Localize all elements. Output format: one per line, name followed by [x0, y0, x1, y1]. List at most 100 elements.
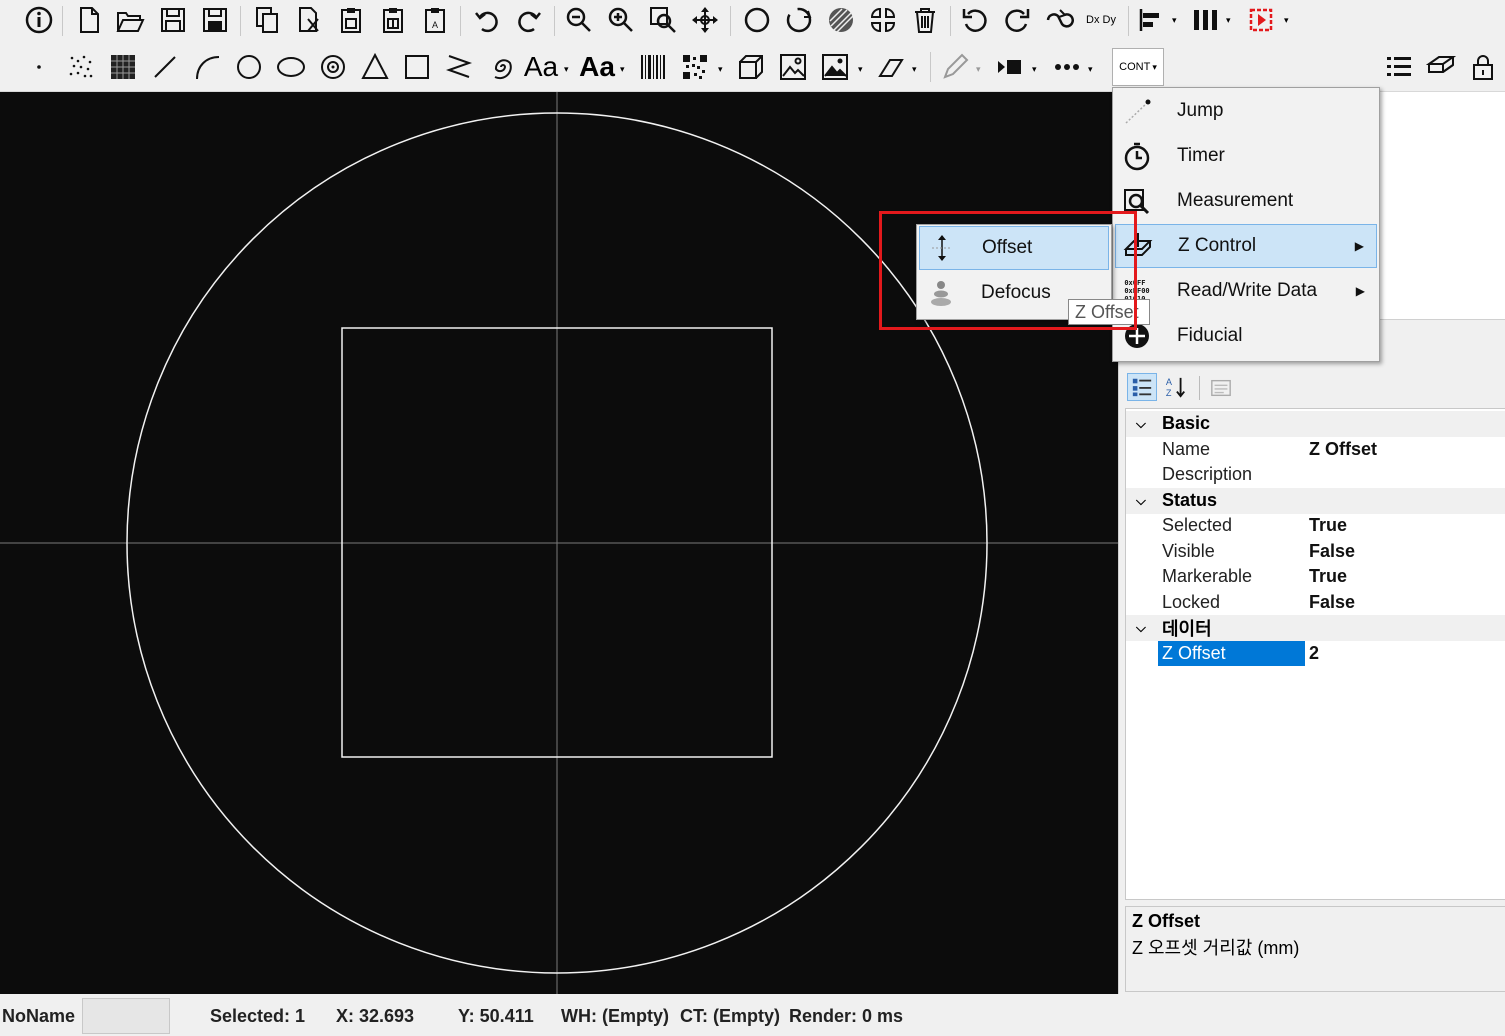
categorized-view-icon[interactable] — [1127, 373, 1157, 401]
menu-item-z-control[interactable]: Z Control ▶ — [1115, 224, 1377, 268]
category-data[interactable]: ⌵ 데이터 — [1126, 615, 1505, 641]
triangle-icon[interactable] — [358, 50, 392, 84]
lock-icon[interactable] — [1466, 50, 1500, 84]
paste-special-icon[interactable] — [376, 3, 410, 37]
new-file-icon[interactable] — [72, 3, 106, 37]
property-row-locked[interactable]: Locked False — [1126, 590, 1505, 616]
delete-icon[interactable] — [908, 3, 942, 37]
property-row-description[interactable]: Description — [1126, 462, 1505, 488]
rotate-ccw-icon[interactable] — [958, 3, 992, 37]
sort-alphabetical-icon[interactable]: AZ — [1161, 373, 1191, 401]
status-bar: NoName Selected: 1 X: 32.693 Y: 50.411 W… — [0, 994, 1505, 1036]
zoom-out-icon[interactable] — [562, 3, 596, 37]
undo-icon[interactable] — [470, 3, 504, 37]
cube-icon[interactable] — [734, 50, 768, 84]
category-basic[interactable]: ⌵ Basic — [1126, 411, 1505, 437]
cont-button[interactable]: CONT ▾ — [1112, 48, 1164, 86]
dxdy-icon[interactable]: Dx Dy — [1084, 3, 1118, 37]
cut-icon[interactable] — [292, 3, 326, 37]
line-icon[interactable] — [148, 50, 182, 84]
hatch-icon[interactable] — [824, 3, 858, 37]
property-row-visible[interactable]: Visible False — [1126, 539, 1505, 565]
text-icon[interactable]: Aa — [524, 50, 558, 84]
property-value[interactable]: True — [1309, 515, 1347, 536]
zigzag-icon[interactable] — [442, 50, 476, 84]
property-row-selected[interactable]: Selected True — [1126, 513, 1505, 539]
collapse-basic-icon[interactable]: ⌵ — [1136, 416, 1146, 432]
bold-text-tool-label: Aa — [579, 51, 615, 82]
save-icon[interactable] — [156, 3, 190, 37]
spiral-circle-icon[interactable] — [316, 50, 350, 84]
image-icon[interactable] — [776, 50, 810, 84]
distribute-dropdown-icon[interactable]: ▾ — [1226, 15, 1231, 26]
collapse-status-icon[interactable]: ⌵ — [1136, 493, 1146, 509]
swap-icon[interactable] — [1042, 3, 1076, 37]
property-row-markerable[interactable]: Markerable True — [1126, 564, 1505, 590]
open-folder-icon[interactable] — [113, 3, 147, 37]
circle-select-icon[interactable] — [740, 3, 774, 37]
layers-icon[interactable] — [1424, 50, 1458, 84]
arc-icon[interactable] — [190, 50, 224, 84]
collapse-data-icon[interactable]: ⌵ — [1136, 620, 1146, 636]
pen-dropdown-icon[interactable]: ▾ — [976, 64, 981, 75]
image-array-dropdown-icon[interactable]: ▾ — [858, 64, 863, 75]
more-icon[interactable] — [1050, 50, 1084, 84]
menu-item-label: Fiducial — [1177, 325, 1243, 346]
copy-icon[interactable] — [250, 3, 284, 37]
pan-icon[interactable] — [688, 3, 722, 37]
menu-item-timer[interactable]: Timer — [1115, 134, 1377, 178]
marker-dropdown-icon[interactable]: ▾ — [1032, 64, 1037, 75]
rectangle-icon[interactable] — [400, 50, 434, 84]
paste-array-icon[interactable]: A — [418, 3, 452, 37]
property-pages-icon[interactable] — [1207, 375, 1235, 401]
property-name: Visible — [1162, 541, 1215, 562]
redo-icon[interactable] — [512, 3, 546, 37]
qrcode-dropdown-icon[interactable]: ▾ — [718, 64, 723, 75]
property-value[interactable]: True — [1309, 566, 1347, 587]
stop-dropdown-icon[interactable]: ▾ — [1284, 15, 1289, 26]
qrcode-icon[interactable] — [678, 50, 712, 84]
menu-item-fiducial[interactable]: Fiducial — [1115, 314, 1377, 358]
zoom-window-icon[interactable] — [646, 3, 680, 37]
menu-item-jump[interactable]: Jump — [1115, 89, 1377, 133]
property-row-name[interactable]: Name Z Offset — [1126, 437, 1505, 463]
bold-text-icon[interactable]: Aa — [579, 50, 615, 84]
point-icon[interactable] — [22, 50, 56, 84]
property-value[interactable]: 2 — [1309, 643, 1319, 664]
status-input-box[interactable] — [82, 998, 170, 1034]
category-status[interactable]: ⌵ Status — [1126, 488, 1505, 514]
explode-icon[interactable] — [866, 3, 900, 37]
menu-item-measurement[interactable]: Measurement — [1115, 179, 1377, 223]
menu-item-read-write-data[interactable]: 0x0FF0xFF0001010 Read/Write Data ▶ — [1115, 269, 1377, 313]
dot-matrix-icon[interactable] — [64, 50, 98, 84]
property-value[interactable]: False — [1309, 541, 1355, 562]
pen-icon[interactable] — [938, 50, 972, 84]
distribute-icon[interactable] — [1188, 3, 1222, 37]
paste-icon[interactable] — [334, 3, 368, 37]
info-icon[interactable] — [22, 3, 56, 37]
erase-icon[interactable] — [874, 50, 908, 84]
rotate-cw-icon[interactable] — [1000, 3, 1034, 37]
circle-icon[interactable] — [232, 50, 266, 84]
submenu-arrow-icon: ▶ — [1354, 239, 1364, 253]
align-left-icon[interactable] — [1134, 3, 1168, 37]
ellipse-icon[interactable] — [274, 50, 308, 84]
rotate-select-icon[interactable] — [782, 3, 816, 37]
stop-icon[interactable] — [1244, 3, 1278, 37]
zoom-in-icon[interactable] — [604, 3, 638, 37]
list-icon[interactable] — [1382, 50, 1416, 84]
marker-icon[interactable] — [992, 50, 1026, 84]
image-array-icon[interactable] — [818, 50, 852, 84]
save-as-icon[interactable] — [198, 3, 232, 37]
spiral-icon[interactable] — [484, 50, 518, 84]
bold-text-dropdown-icon[interactable]: ▾ — [620, 64, 625, 75]
more-dropdown-icon[interactable]: ▾ — [1088, 64, 1093, 75]
erase-dropdown-icon[interactable]: ▾ — [912, 64, 917, 75]
property-value[interactable]: Z Offset — [1309, 439, 1377, 460]
property-value[interactable]: False — [1309, 592, 1355, 613]
barcode-icon[interactable] — [636, 50, 670, 84]
text-dropdown-icon[interactable]: ▾ — [564, 64, 569, 75]
property-row-z-offset[interactable]: Z Offset 2 — [1126, 641, 1505, 667]
align-dropdown-icon[interactable]: ▾ — [1172, 15, 1177, 26]
grid-icon[interactable] — [106, 50, 140, 84]
